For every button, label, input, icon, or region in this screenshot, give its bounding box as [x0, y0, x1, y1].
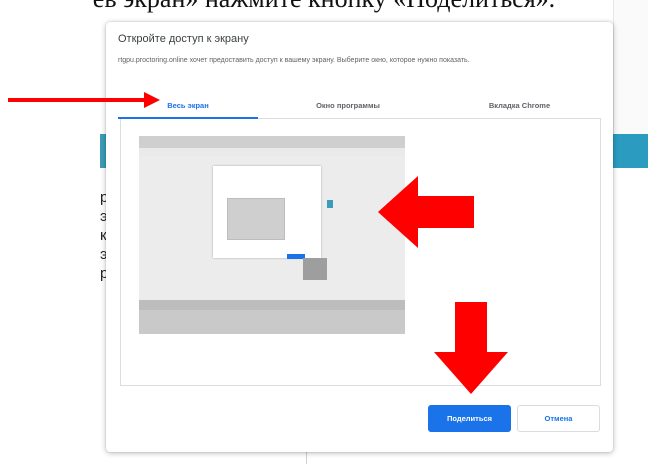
source-tabs: Весь экран Окно программы Вкладка Chrome [118, 96, 601, 119]
arrow-left-icon [378, 176, 474, 248]
arrow-down-icon [434, 302, 508, 394]
cancel-button[interactable]: Отмена [517, 405, 600, 432]
dialog-description: rtgpu.proctoring.online хочет предостави… [118, 57, 470, 64]
tab-application-window[interactable]: Окно программы [258, 96, 438, 118]
share-screen-dialog: Откройте доступ к экрану rtgpu.proctorin… [106, 22, 613, 452]
background-teal-bar-right [613, 134, 648, 168]
thumbnail-teal-right [327, 200, 333, 208]
thumbnail-taskbar [139, 300, 405, 310]
share-button[interactable]: Поделиться [428, 405, 511, 432]
screen-thumbnail[interactable] [139, 136, 405, 334]
screen-preview-area [120, 119, 601, 386]
arrow-right-icon [8, 92, 160, 108]
tab-chrome-tab[interactable]: Вкладка Chrome [438, 96, 601, 118]
thumbnail-grid [303, 258, 327, 280]
dialog-title: Откройте доступ к экрану [118, 33, 249, 45]
thumbnail-dialog-preview [227, 198, 285, 240]
thumbnail-browser-bar [139, 136, 405, 148]
thumbnail-tab-strip [139, 148, 405, 156]
background-page-panel [613, 0, 648, 134]
thumbnail-bottom-strip [139, 310, 405, 334]
instruction-caption: ев экран» нажмите кнопку «Поделиться». [0, 0, 648, 14]
